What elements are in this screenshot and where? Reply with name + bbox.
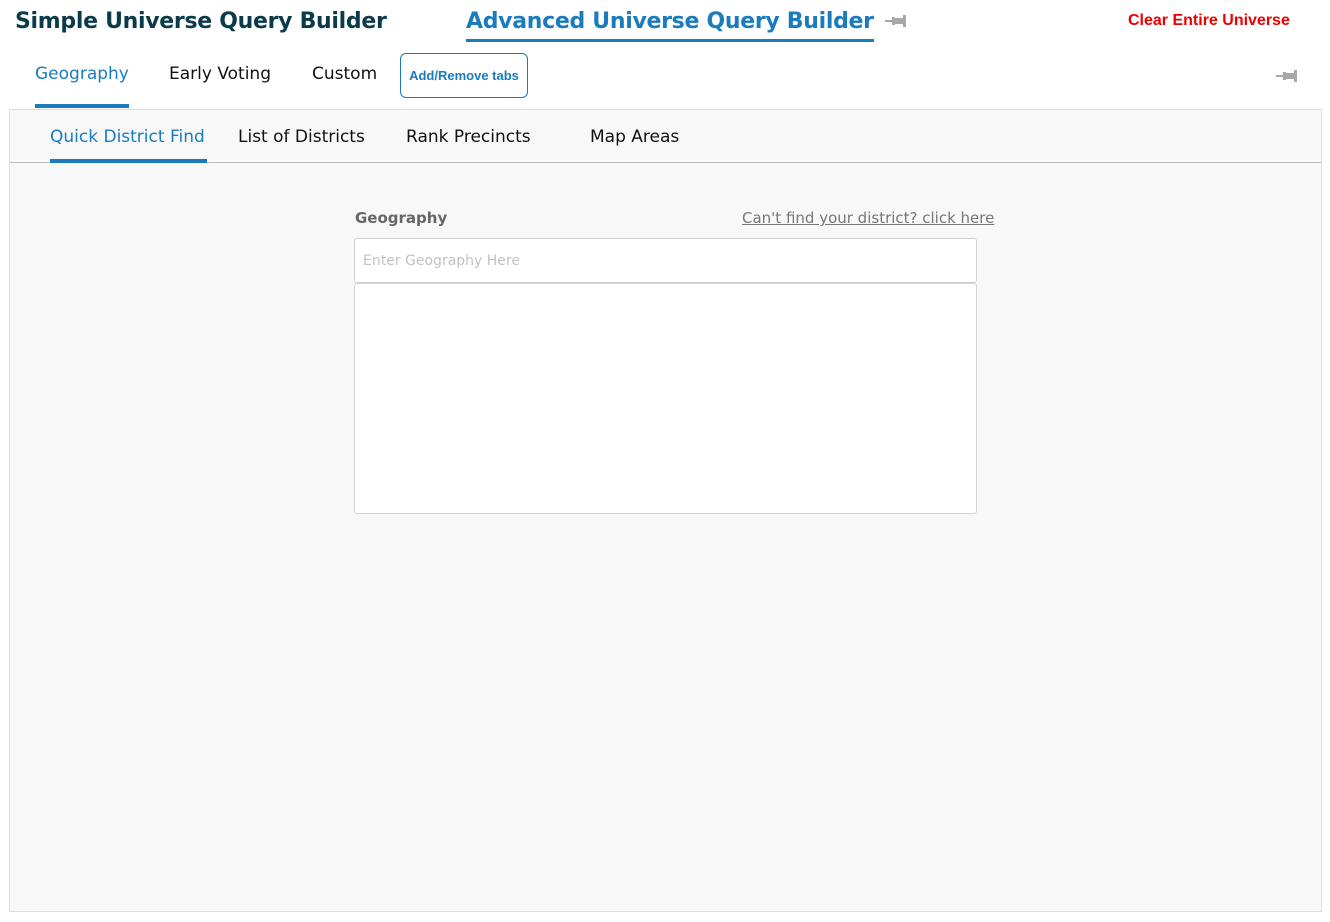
geography-search-input[interactable] xyxy=(354,238,977,283)
subtab-rank-precincts[interactable]: Rank Precincts xyxy=(406,127,531,147)
pin-icon[interactable] xyxy=(885,14,907,28)
tab-geography[interactable]: Geography xyxy=(35,64,129,84)
active-tab-indicator xyxy=(35,104,129,108)
main-tabs: Geography Early Voting Custom Add/Remove… xyxy=(0,52,1330,110)
geography-results-list[interactable] xyxy=(354,283,977,514)
geography-panel: Quick District Find List of Districts Ra… xyxy=(9,109,1322,912)
geography-field-label: Geography xyxy=(355,209,448,227)
simple-query-builder-link[interactable]: Simple Universe Query Builder xyxy=(15,9,387,34)
clear-entire-universe-link[interactable]: Clear Entire Universe xyxy=(1128,12,1290,30)
cant-find-district-link[interactable]: Can't find your district? click here xyxy=(742,209,994,227)
top-nav: Simple Universe Query Builder Advanced U… xyxy=(0,0,1330,50)
advanced-query-builder-link[interactable]: Advanced Universe Query Builder xyxy=(466,9,874,42)
tab-early-voting[interactable]: Early Voting xyxy=(169,64,271,84)
pin-icon[interactable] xyxy=(1276,69,1298,83)
sub-tabs: Quick District Find List of Districts Ra… xyxy=(10,110,1321,163)
tab-custom[interactable]: Custom xyxy=(312,64,377,84)
active-subtab-indicator xyxy=(50,159,207,163)
add-remove-tabs-button[interactable]: Add/Remove tabs xyxy=(400,53,528,98)
subtab-list-of-districts[interactable]: List of Districts xyxy=(238,127,365,147)
subtab-map-areas[interactable]: Map Areas xyxy=(590,127,679,147)
subtab-quick-district-find[interactable]: Quick District Find xyxy=(50,127,205,147)
